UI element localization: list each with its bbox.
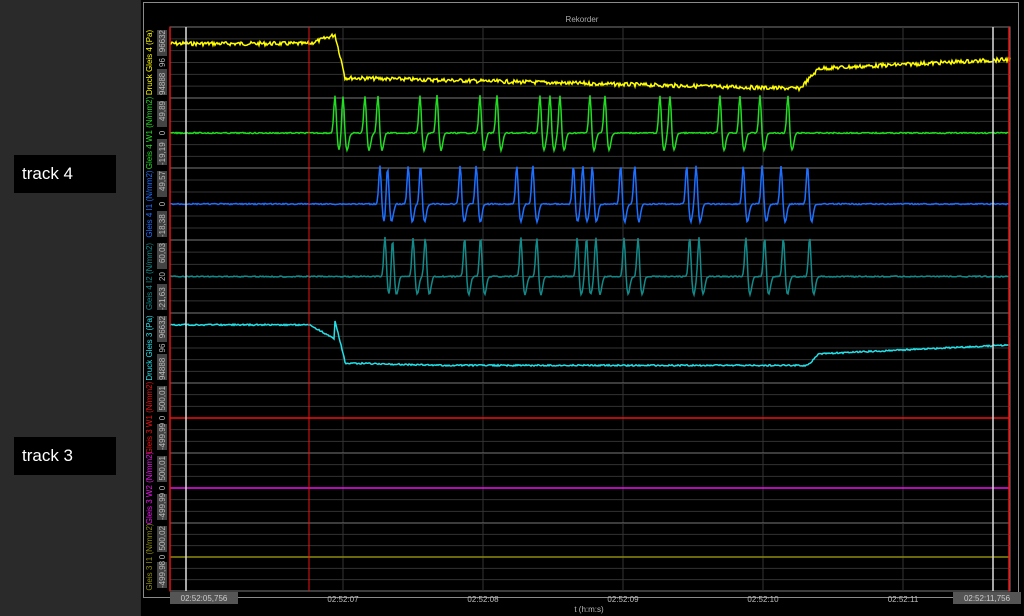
channel-label: Druck Gleis 3 (Pa) xyxy=(145,315,154,381)
x-tick: 02:52:08 xyxy=(467,595,499,604)
recorder-title: Rekorder xyxy=(566,15,599,24)
y-max-label: 500,01 xyxy=(158,455,167,480)
x-tick: 02:52:10 xyxy=(747,595,779,604)
channel-label: Gleis 4 I1 (N/mm2) xyxy=(145,170,154,237)
recorder-panel[interactable]: Rekorder 96632 96 94888 Druck Gleis 4 (Pa) 4… xyxy=(141,0,1024,616)
y-max-label: 60,03 xyxy=(158,242,167,263)
recorder-plot[interactable]: Rekorder 96632 96 94888 Druck Gleis 4 (Pa) 4… xyxy=(141,0,1024,616)
y-min-label: -499,99 xyxy=(158,422,167,450)
y-min-label: 94888 xyxy=(158,72,167,95)
y-mid-label: 0 xyxy=(158,130,167,135)
channel-label: Gleis 4 W1 (N/mm2) xyxy=(145,96,154,169)
x-start-label: 02:52:05,756 xyxy=(181,594,228,603)
y-mid-label: 0 xyxy=(158,485,167,490)
x-end-label: 02:52:11,756 xyxy=(964,594,1011,603)
channel-label: Gleis 3 W1 (N/mm2) xyxy=(145,381,154,454)
track-4-label: track 4 xyxy=(14,155,116,193)
y-min-label: -499,98 xyxy=(158,560,167,588)
y-min-label: -21,63 xyxy=(158,287,167,310)
y-max-label: 96632 xyxy=(158,29,167,52)
y-max-label: 49,57 xyxy=(158,170,167,191)
channel-label: Gleis 3 I1 (N/mm2) xyxy=(145,523,154,590)
y-min-label: -18,38 xyxy=(158,214,167,237)
track-3-label: track 3 xyxy=(14,437,116,475)
y-max-label: 500,01 xyxy=(158,385,167,410)
x-tick: 02:52:11 xyxy=(888,595,919,604)
x-tick: 02:52:09 xyxy=(607,595,639,604)
y-max-label: 49,89 xyxy=(158,100,167,121)
y-min-label: -499,99 xyxy=(158,492,167,520)
channel-label: Druck Gleis 4 (Pa) xyxy=(145,29,154,95)
y-max-label: 96632 xyxy=(158,315,167,338)
y-min-label: 94888 xyxy=(158,357,167,380)
y-min-label: -19,19 xyxy=(158,142,167,165)
channel-label: Gleis 3 W2 (N/mm2) xyxy=(145,451,154,524)
y-mid-label: 0 xyxy=(158,415,167,420)
left-panel: track 4 track 3 xyxy=(0,0,140,616)
x-tick: 02:52:07 xyxy=(327,595,359,604)
y-mid-label: 0 xyxy=(158,201,167,206)
y-max-label: 500,02 xyxy=(158,525,167,550)
channel-label: Gleis 4 I2 (N/mm2) xyxy=(145,243,154,310)
y-mid-label: 96 xyxy=(158,343,167,352)
y-mid-label: 96 xyxy=(158,58,167,67)
x-axis-label: t (h:m:s) xyxy=(574,605,604,614)
y-mid-label: 0 xyxy=(158,554,167,559)
y-mid-label: 20 xyxy=(158,272,167,281)
